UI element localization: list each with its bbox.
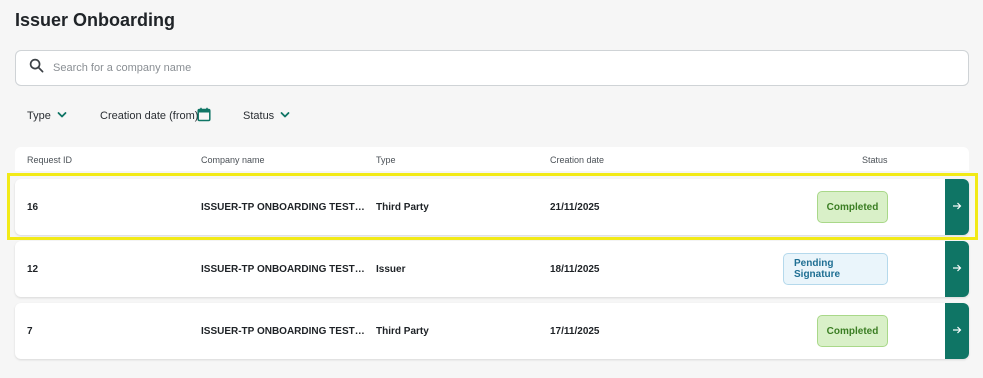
column-header-creation-date[interactable]: Creation date	[550, 155, 604, 165]
column-header-type[interactable]: Type	[376, 155, 396, 165]
creation-date-cell: 21/11/2025	[550, 202, 600, 213]
chevron-down-icon	[274, 110, 290, 122]
table-row[interactable]: 16 ISSUER-TP ONBOARDING TEST E... Third …	[15, 179, 969, 235]
open-row-button[interactable]	[945, 303, 969, 359]
filter-bar: Type Creation date (from) Status	[27, 106, 290, 126]
open-row-button[interactable]	[945, 241, 969, 297]
type-filter[interactable]: Type	[27, 110, 100, 122]
company-name-cell: ISSUER-TP ONBOARDING TEST E...	[201, 202, 367, 213]
open-row-button[interactable]	[945, 179, 969, 235]
creation-date-label: Creation date (from)	[100, 110, 199, 122]
page-title: Issuer Onboarding	[15, 10, 176, 30]
arrow-right-icon	[952, 263, 962, 276]
status-badge: Completed	[817, 315, 888, 347]
type-filter-label: Type	[27, 110, 51, 122]
table-row[interactable]: 7 ISSUER-TP ONBOARDING TEST E... Third P…	[15, 303, 969, 359]
column-header-request-id[interactable]: Request ID	[27, 155, 72, 165]
search-bar[interactable]	[15, 50, 969, 86]
type-cell: Third Party	[376, 326, 429, 337]
company-name-cell: ISSUER-TP ONBOARDING TEST E...	[201, 326, 367, 337]
company-name-cell: ISSUER-TP ONBOARDING TEST E...	[201, 264, 367, 275]
request-id-cell: 7	[27, 326, 33, 337]
arrow-right-icon	[952, 325, 962, 338]
status-filter[interactable]: Status	[243, 110, 290, 122]
column-header-status[interactable]: Status	[862, 155, 888, 165]
chevron-down-icon	[51, 110, 67, 122]
creation-date-cell: 17/11/2025	[550, 326, 600, 337]
creation-date-cell: 18/11/2025	[550, 264, 600, 275]
status-badge: Completed	[817, 191, 888, 223]
search-input[interactable]	[53, 62, 933, 74]
status-badge: Pending Signature	[783, 253, 888, 285]
type-cell: Third Party	[376, 202, 429, 213]
request-id-cell: 12	[27, 264, 39, 275]
type-cell: Issuer	[376, 264, 406, 275]
creation-date-filter[interactable]: Creation date (from)	[100, 107, 243, 125]
calendar-icon[interactable]	[197, 107, 211, 125]
arrow-right-icon	[952, 201, 962, 214]
status-filter-label: Status	[243, 110, 275, 122]
column-header-company-name[interactable]: Company name	[201, 155, 265, 165]
search-icon	[29, 58, 44, 78]
table-row[interactable]: 12 ISSUER-TP ONBOARDING TEST E... Issuer…	[15, 241, 969, 297]
request-id-cell: 16	[27, 202, 39, 213]
table-header: Request ID Company name Type Creation da…	[15, 147, 969, 171]
